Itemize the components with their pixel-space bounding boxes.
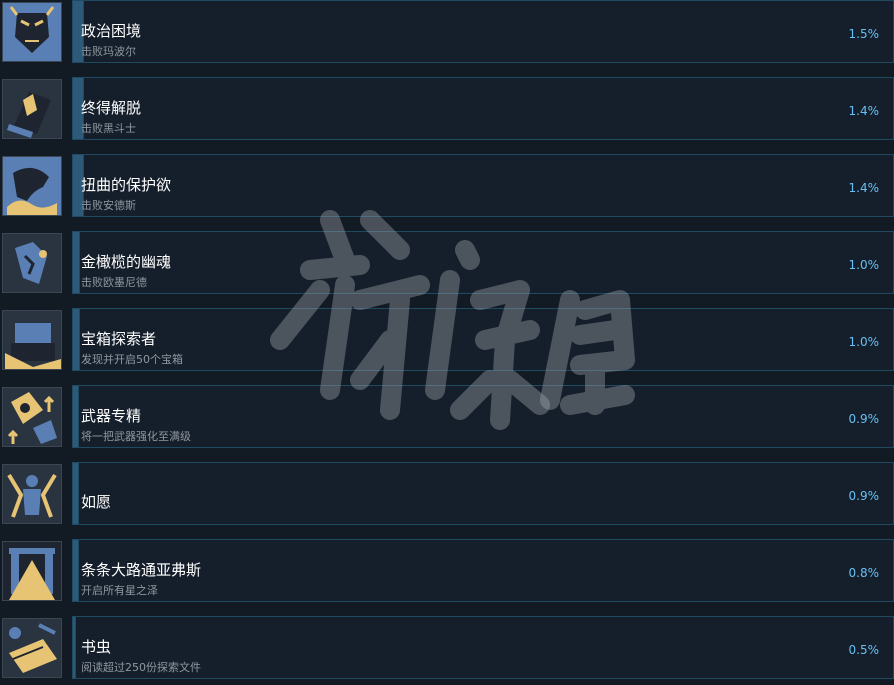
achievement-row[interactable]: 宝箱探索者发现并开启50个宝箱 1.0% (0, 308, 894, 374)
achievement-description: 阅读超过250份探索文件 (81, 661, 201, 674)
unlock-percentage: 1.0% (848, 335, 880, 349)
achievement-bar (72, 462, 894, 525)
achievement-title: 如愿 (81, 493, 112, 511)
armor-icon (2, 79, 62, 139)
ghost-icon (2, 233, 62, 293)
achievement-description: 击败黑斗士 (81, 122, 136, 135)
achievement-list: 政治困境击败玛波尔 1.5% 终得解脱击败黑斗士 1.4% 扭曲的保护欲击败安德斯 1.4… (0, 0, 894, 685)
achievement-title: 书虫 (81, 638, 112, 656)
achievement-description: 开启所有星之泽 (81, 584, 158, 597)
achievement-row[interactable]: 书虫阅读超过250份探索文件 0.5% (0, 616, 894, 682)
unlock-percentage: 1.4% (848, 181, 880, 195)
unlock-rate-fill (72, 308, 80, 371)
gate-icon (2, 541, 62, 601)
unlock-percentage: 1.4% (848, 104, 880, 118)
achievement-bar (72, 77, 894, 140)
unlock-percentage: 0.5% (848, 643, 880, 657)
achievement-title: 金橄榄的幽魂 (81, 253, 172, 271)
achievement-description: 击败欧墨尼德 (81, 276, 147, 289)
achievement-description: 将一把武器强化至满级 (81, 430, 191, 443)
achievement-title: 终得解脱 (81, 99, 142, 117)
unlock-rate-fill (72, 385, 79, 448)
figure-icon (2, 464, 62, 524)
achievement-row[interactable]: 终得解脱击败黑斗士 1.4% (0, 77, 894, 143)
achievement-description: 击败安德斯 (81, 199, 136, 212)
weapon-icon (2, 387, 62, 447)
achievement-bar (72, 154, 894, 217)
achievement-row[interactable]: 扭曲的保护欲击败安德斯 1.4% (0, 154, 894, 220)
achievement-title: 扭曲的保护欲 (81, 176, 172, 194)
unlock-rate-fill (72, 231, 80, 294)
achievement-row[interactable]: 政治困境击败玛波尔 1.5% (0, 0, 894, 66)
achievement-row[interactable]: 条条大路通亚弗斯开启所有星之泽 0.8% (0, 539, 894, 605)
achievement-row[interactable]: 金橄榄的幽魂击败欧墨尼德 1.0% (0, 231, 894, 297)
unlock-percentage: 0.8% (848, 566, 880, 580)
unlock-rate-fill (72, 616, 76, 679)
achievement-title: 条条大路通亚弗斯 (81, 561, 202, 579)
achievement-description: 发现并开启50个宝箱 (81, 353, 183, 366)
mask-icon (2, 2, 62, 62)
unlock-rate-fill (72, 539, 79, 602)
achievement-bar (72, 231, 894, 294)
profile-icon (2, 156, 62, 216)
unlock-percentage: 1.0% (848, 258, 880, 272)
chest-icon (2, 310, 62, 370)
unlock-percentage: 1.5% (848, 27, 880, 41)
achievement-title: 宝箱探索者 (81, 330, 157, 348)
achievement-description: 击败玛波尔 (81, 45, 136, 58)
achievement-bar (72, 385, 894, 448)
achievement-title: 政治困境 (81, 22, 142, 40)
achievement-row[interactable]: 武器专精将一把武器强化至满级 0.9% (0, 385, 894, 451)
achievement-bar (72, 0, 894, 63)
unlock-rate-fill (72, 462, 79, 525)
book-icon (2, 618, 62, 678)
unlock-percentage: 0.9% (848, 489, 880, 503)
unlock-percentage: 0.9% (848, 412, 880, 426)
achievement-bar (72, 308, 894, 371)
achievement-row[interactable]: 如愿 0.9% (0, 462, 894, 528)
achievement-title: 武器专精 (81, 407, 142, 425)
